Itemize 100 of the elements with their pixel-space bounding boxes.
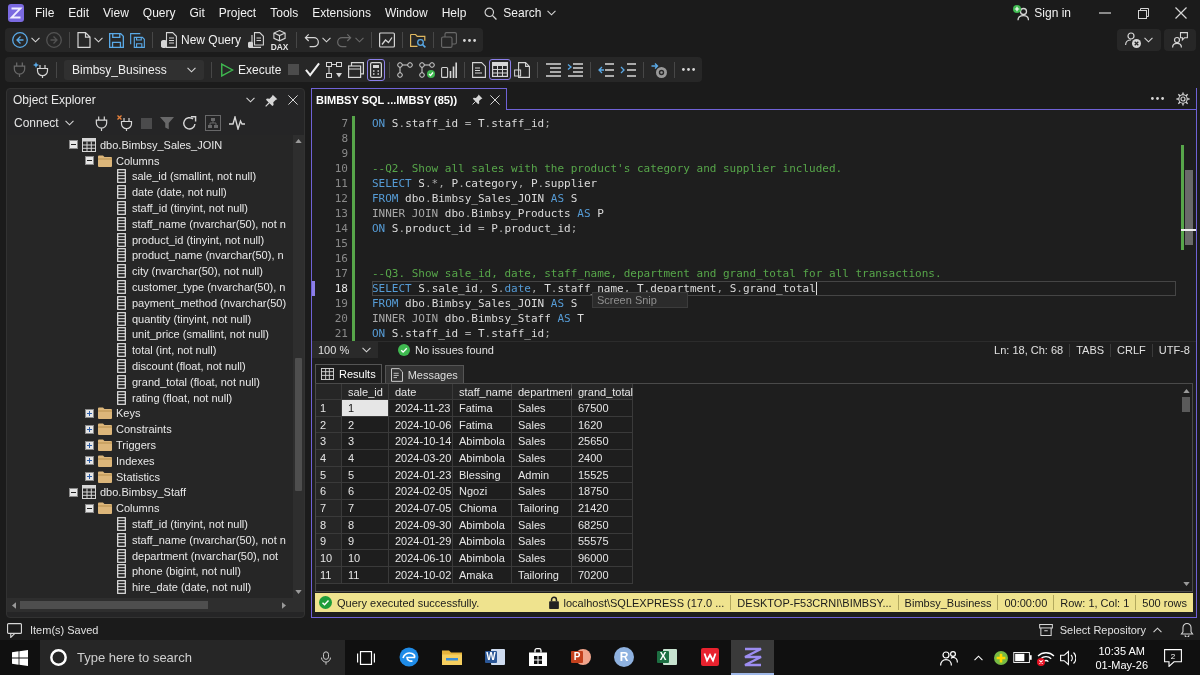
tree-item[interactable]: customer_type (nvarchar(50), n (132, 281, 286, 294)
tree-item[interactable]: product_name (nvarchar(50), n (132, 249, 284, 262)
checkmark-icon[interactable] (305, 62, 321, 77)
close-icon[interactable] (490, 94, 501, 105)
volume-icon[interactable] (1060, 649, 1077, 666)
close-icon[interactable] (288, 95, 298, 105)
scroll-left-icon[interactable] (12, 601, 16, 609)
column-header[interactable]: department (512, 384, 572, 400)
tree-item[interactable]: Columns (116, 502, 160, 515)
plus-box-icon[interactable] (84, 456, 94, 466)
plus-box-icon[interactable] (84, 440, 94, 450)
row-header[interactable]: 6 (316, 483, 342, 501)
sign-in-button[interactable]: Sign in (1008, 2, 1076, 24)
clock-date[interactable]: 01-May-26 (1095, 657, 1148, 672)
tree-item[interactable]: discount (float, not null) (132, 360, 246, 373)
tree-item[interactable]: payment_method (nvarchar(50) (132, 296, 287, 309)
tree-item[interactable]: city (nvarchar(50), not null) (132, 265, 263, 278)
menu-item[interactable]: Query (135, 2, 183, 24)
scrollbar-thumb[interactable] (20, 601, 208, 609)
column-header[interactable]: staff_name (453, 384, 512, 400)
microphone-icon[interactable] (321, 650, 331, 665)
tree-item[interactable]: grand_total (float, not null) (132, 375, 260, 388)
line-ending[interactable]: CRLF (1110, 343, 1152, 357)
tree-item[interactable]: Triggers (116, 439, 156, 452)
minus-box-icon[interactable] (84, 156, 94, 166)
tree-item[interactable]: unit_price (smallint, not null) (132, 328, 269, 341)
tree-item[interactable]: hire_date (date, not null) (132, 581, 252, 594)
more-icon[interactable] (463, 38, 477, 42)
messages-tab[interactable]: Messages (384, 365, 464, 383)
grid-icon[interactable] (489, 59, 512, 80)
minus-box-icon[interactable] (68, 487, 78, 497)
plus-badge-icon[interactable] (994, 650, 1009, 665)
file-icon[interactable] (514, 61, 531, 78)
search-box[interactable]: Type here to search (40, 640, 345, 675)
search-button[interactable]: Search (479, 2, 562, 24)
menu-item[interactable]: View (96, 2, 136, 24)
plus-box-icon[interactable] (84, 408, 94, 418)
nodes-icon[interactable] (397, 61, 414, 78)
clock-time[interactable]: 10:35 AM (1098, 643, 1145, 658)
people-icon[interactable] (940, 649, 959, 666)
column-header[interactable]: grand_total (572, 384, 633, 400)
outdent-icon[interactable] (598, 62, 615, 77)
settings-icon[interactable] (1176, 91, 1190, 106)
tree-item[interactable]: dbo.Bimbsy_Sales_JOIN (100, 138, 223, 151)
scroll-down-icon[interactable] (295, 590, 302, 594)
scroll-down-icon[interactable] (1182, 582, 1190, 586)
indent-icon[interactable] (620, 62, 637, 77)
chevron-down-icon[interactable] (1144, 37, 1153, 43)
message-icon[interactable] (7, 622, 22, 638)
taskbar-button[interactable]: X (645, 640, 688, 675)
tree-item[interactable]: staff_name (nvarchar(50), not n (132, 217, 286, 230)
results-tab[interactable]: Results (315, 364, 382, 383)
indentation-mode[interactable]: TABS (1069, 343, 1111, 357)
plug-star-icon[interactable] (33, 61, 49, 78)
column-header[interactable]: date (389, 384, 453, 400)
chevron-up-icon[interactable] (974, 654, 984, 661)
arrow-disc-icon[interactable] (651, 61, 668, 78)
tree-item[interactable]: rating (float, not null) (132, 391, 233, 404)
scrollbar[interactable] (293, 135, 304, 598)
people-icon[interactable] (1125, 32, 1141, 48)
menu-item[interactable]: Window (377, 2, 435, 24)
tree-item[interactable]: staff_name (nvarchar(50), not n (132, 533, 286, 546)
menu-item[interactable]: Help (434, 2, 474, 24)
lines-arrow-icon[interactable] (567, 62, 584, 77)
tree-item[interactable]: Keys (116, 407, 141, 420)
scroll-up-icon[interactable] (1182, 389, 1190, 393)
scrollbar-thumb[interactable] (1185, 170, 1193, 245)
scrollbar-thumb[interactable] (1182, 397, 1190, 412)
tree-item[interactable]: Indexes (116, 454, 155, 467)
encoding[interactable]: UTF-8 (1151, 343, 1196, 357)
tree-item[interactable]: staff_id (tinyint, not null) (132, 202, 248, 215)
plus-box-icon[interactable] (84, 424, 94, 434)
tree-item[interactable]: dbo.Bimbsy_Staff (100, 486, 186, 499)
save-icon[interactable] (109, 32, 124, 48)
nodes-check-icon[interactable] (419, 61, 436, 78)
plug-x-icon[interactable] (116, 115, 133, 131)
taskbar-button[interactable] (731, 640, 774, 675)
back-icon[interactable] (12, 32, 28, 48)
row-header[interactable]: 4 (316, 450, 342, 467)
scrollbar[interactable] (7, 598, 304, 612)
tree-item[interactable]: date (date, not null) (132, 186, 227, 199)
new-file-icon[interactable] (77, 32, 91, 48)
tree-item[interactable]: product_id (tinyint, not null) (132, 233, 265, 246)
search-field[interactable]: Type here to search (77, 650, 311, 665)
restore-icon[interactable] (1137, 7, 1149, 19)
tree-item[interactable]: Columns (116, 154, 160, 167)
plus-box-icon[interactable] (84, 472, 94, 482)
row-header[interactable]: 1 (316, 400, 342, 417)
menu-item[interactable]: Extensions (305, 2, 378, 24)
refresh-icon[interactable] (181, 115, 197, 131)
menu-item[interactable]: Edit (61, 2, 97, 24)
chevron-down-icon[interactable] (94, 37, 103, 43)
battery-icon[interactable] (1013, 652, 1033, 663)
pin-icon[interactable] (472, 94, 484, 105)
tree-item[interactable]: department (nvarchar(50), not (132, 549, 279, 562)
more-icon[interactable] (1151, 97, 1164, 100)
scroll-right-icon[interactable] (282, 601, 286, 609)
repository-button[interactable]: Select Repository (1034, 621, 1166, 639)
database-dropdown[interactable]: Bimbsy_Business (64, 59, 204, 80)
undo-icon[interactable] (304, 32, 320, 48)
